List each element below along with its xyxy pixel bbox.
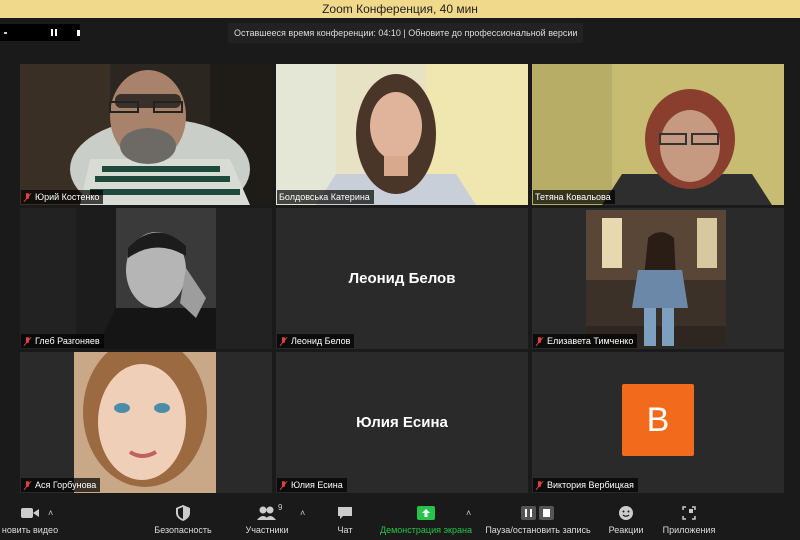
participant-video	[532, 64, 784, 205]
video-tile-gleb[interactable]: Глеб Разгоняев	[20, 208, 272, 349]
share-screen-button[interactable]: Демонстрация экрана	[378, 496, 474, 540]
mic-muted-icon	[535, 336, 544, 346]
apps-button[interactable]: Приложения	[658, 496, 720, 540]
mic-muted-icon	[279, 336, 288, 346]
participant-name-tag: Болдовська Катерина	[277, 190, 374, 204]
participant-name-tag: Юлия Есина	[277, 478, 347, 492]
participant-video	[276, 64, 528, 205]
chat-button[interactable]: Чат	[330, 496, 360, 540]
meeting-toolbar: новить видео ˄ Безопасность Участники 9 …	[0, 496, 800, 540]
apps-grid-icon	[679, 505, 699, 521]
window-title-bar: Zoom Конференция, 40 мин	[0, 0, 800, 18]
participant-video	[20, 208, 272, 349]
participant-video	[20, 352, 272, 493]
pause-recording-icon[interactable]	[51, 29, 57, 36]
video-tile-yuliya[interactable]: Юлия Есина Юлия Есина	[276, 352, 528, 493]
chat-bubble-icon	[335, 505, 355, 521]
participant-video	[20, 64, 272, 205]
video-camera-icon	[20, 505, 40, 521]
participant-name-tag: Виктория Вербицкая	[533, 478, 638, 492]
video-tile-tetyana[interactable]: Тетяна Ковальова	[532, 64, 784, 205]
mic-muted-icon	[23, 480, 32, 490]
stop-recording-icon[interactable]	[77, 29, 80, 36]
participant-name-tag: Елизавета Тимченко	[533, 334, 638, 348]
participants-options-caret-icon[interactable]: ˄	[300, 508, 308, 518]
video-tile-viktoriya[interactable]: В Виктория Вербицкая	[532, 352, 784, 493]
share-screen-icon	[416, 505, 436, 521]
participant-display-name: Леонид Белов	[348, 270, 456, 287]
participant-display-name: Юлия Есина	[356, 414, 448, 431]
recording-dash-icon	[4, 31, 7, 34]
avatar: В	[622, 384, 694, 456]
pause-stop-recording-button[interactable]: Пауза/остановить запись	[482, 496, 594, 540]
video-tile-kateryna[interactable]: Болдовська Катерина	[276, 64, 528, 205]
participant-name-tag: Тетяна Ковальова	[533, 190, 615, 204]
video-tile-yuriy[interactable]: Юрий Костенко	[20, 64, 272, 205]
shield-icon	[173, 505, 193, 521]
security-button[interactable]: Безопасность	[150, 496, 216, 540]
reactions-button[interactable]: Реакции	[604, 496, 648, 540]
video-options-caret-icon[interactable]: ˄	[48, 508, 56, 518]
participants-button[interactable]: Участники	[240, 496, 294, 540]
participant-name-tag: Леонид Белов	[277, 334, 355, 348]
people-icon	[257, 505, 277, 521]
mic-muted-icon	[279, 480, 288, 490]
participant-name-tag: Ася Горбунова	[21, 478, 101, 492]
window-title: Zoom Конференция, 40 мин	[322, 2, 478, 16]
mic-muted-icon	[535, 480, 544, 490]
participants-count: 9	[278, 503, 283, 512]
start-video-button[interactable]: новить видео	[0, 496, 60, 540]
smiley-plus-icon	[616, 505, 636, 521]
share-options-caret-icon[interactable]: ˄	[466, 508, 474, 518]
recording-indicator	[0, 24, 80, 41]
mic-muted-icon	[23, 336, 32, 346]
mic-muted-icon	[23, 192, 32, 202]
participant-name-tag: Глеб Разгоняев	[21, 334, 104, 348]
participant-name-tag: Юрий Костенко	[21, 190, 104, 204]
video-tile-asya[interactable]: Ася Горбунова	[20, 352, 272, 493]
video-tile-leonid[interactable]: Леонид Белов Леонид Белов	[276, 208, 528, 349]
video-tile-yelizaveta[interactable]: Елизавета Тимченко	[532, 208, 784, 349]
time-remaining-banner[interactable]: Оставшееся время конференции: 04:10 | Об…	[228, 23, 584, 43]
participant-video	[532, 208, 784, 349]
pause-stop-icon	[520, 505, 556, 521]
